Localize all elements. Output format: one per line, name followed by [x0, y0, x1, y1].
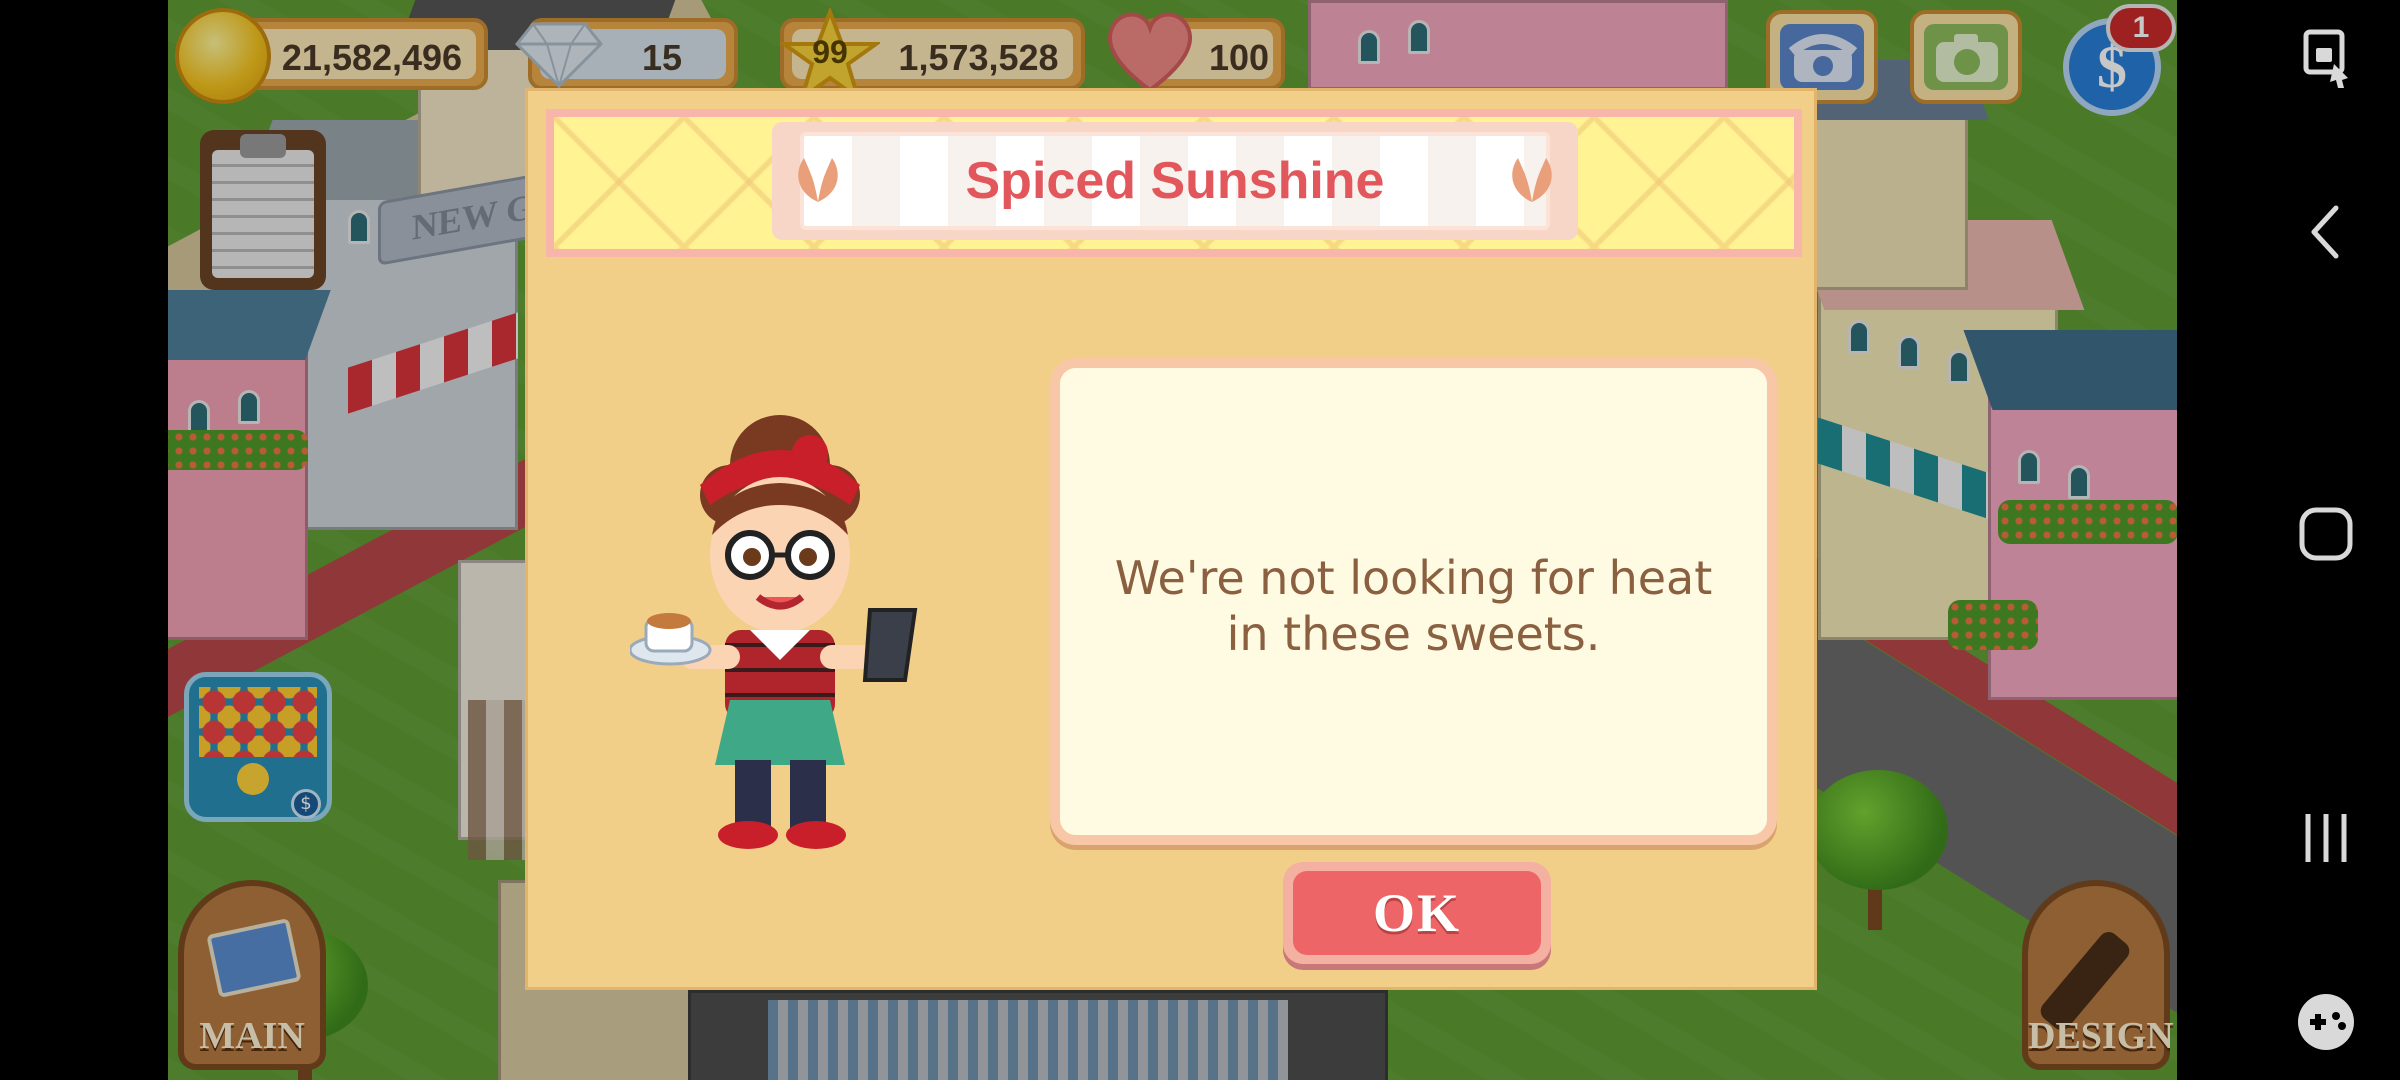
- home-icon[interactable]: [2290, 498, 2362, 570]
- chef-character-illustration: [630, 415, 918, 849]
- screenshot-lock-icon[interactable]: [2290, 18, 2362, 90]
- back-icon[interactable]: [2290, 196, 2362, 268]
- recents-icon[interactable]: [2290, 802, 2362, 874]
- dialog-message: We're not looking for heat in these swee…: [1114, 551, 1713, 661]
- ok-button[interactable]: OK: [1283, 862, 1551, 964]
- game-tools-icon[interactable]: [2290, 986, 2362, 1058]
- screen: NEW G 21,582,496 15 1,573,528 99 100 $ 1…: [0, 0, 2400, 1080]
- ok-button-label: OK: [1372, 883, 1461, 943]
- speech-bubble: We're not looking for heat in these swee…: [1050, 358, 1777, 845]
- dialog-title: Spiced Sunshine: [965, 152, 1385, 210]
- title-banner: Spiced Sunshine: [772, 122, 1578, 240]
